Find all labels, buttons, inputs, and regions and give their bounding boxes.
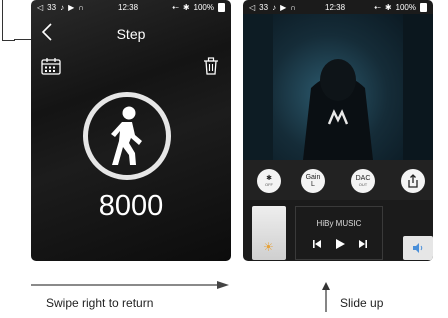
headphone-icon: ∩ [290, 2, 296, 12]
music-note-icon: ♪ [272, 2, 277, 12]
usb-icon: ⇠ [172, 2, 179, 12]
bluetooth-icon: ✱ [266, 175, 272, 182]
brightness-icon: ☀ [263, 240, 274, 254]
pointer-line [2, 0, 15, 41]
gain-value: L [311, 181, 315, 188]
control-center-screen: ◁ 33 ♪ ▶ ∩ 12:38 ⇠ ✱ 100% ✱ OFF Gain L D… [243, 0, 433, 261]
gain-toggle[interactable]: Gain L [301, 169, 325, 193]
player-title: HiBy MUSIC [316, 219, 362, 228]
usb-icon: ⇠ [374, 2, 381, 12]
mini-player: HiBy MUSIC [295, 206, 383, 260]
share-icon [408, 174, 418, 188]
play-status-icon: ▶ [280, 2, 287, 12]
brightness-slider[interactable]: ☀ [252, 206, 286, 260]
bluetooth-icon: ✱ [182, 2, 190, 12]
step-count: 8000 [98, 190, 164, 222]
battery-percent: 100% [193, 2, 214, 12]
clock: 12:38 [118, 2, 139, 12]
battery-percent: 100% [395, 2, 416, 12]
volume-icon: ◁ [249, 2, 256, 12]
play-icon[interactable] [335, 239, 345, 249]
swipe-right-arrow [31, 281, 229, 289]
dac-label: DAC [355, 175, 371, 182]
status-bar: ◁ 33 ♪ ▶ ∩ 12:38 ⇠ ✱ 100% [31, 0, 231, 14]
album-art [243, 14, 433, 160]
music-note-icon: ♪ [60, 2, 65, 12]
volume-icon: ◁ [37, 2, 44, 12]
walking-person-icon [111, 106, 142, 165]
gain-label: Gain [305, 174, 321, 181]
next-track-icon[interactable] [358, 239, 368, 249]
play-status-icon: ▶ [68, 2, 75, 12]
status-bar: ◁ 33 ♪ ▶ ∩ 12:38 ⇠ ✱ 100% [243, 0, 433, 14]
pedometer-ring [83, 92, 171, 180]
swipe-caption: Swipe right to return [46, 296, 154, 310]
dac-value: OUT [358, 182, 368, 187]
slide-up-arrow [322, 282, 330, 312]
quick-toggle-row: ✱ OFF Gain L DAC OUT [243, 160, 433, 200]
share-button[interactable] [401, 169, 425, 193]
volume-level: 33 [47, 2, 57, 12]
page-title: Step [116, 26, 146, 42]
bluetooth-toggle[interactable]: ✱ OFF [257, 169, 281, 193]
battery-icon [218, 2, 225, 12]
previous-track-icon[interactable] [312, 239, 322, 249]
bluetooth-state: OFF [265, 182, 273, 187]
calendar-icon[interactable] [41, 57, 61, 75]
clock: 12:38 [325, 2, 346, 12]
headphone-icon: ∩ [78, 2, 84, 12]
bluetooth-icon: ✱ [384, 2, 392, 12]
volume-slider[interactable] [403, 236, 433, 260]
dac-toggle[interactable]: DAC OUT [351, 169, 375, 193]
trash-icon[interactable] [203, 57, 219, 75]
volume-level: 33 [259, 2, 269, 12]
step-screen: ◁ 33 ♪ ▶ ∩ 12:38 ⇠ ✱ 100% Step 8000 [31, 0, 231, 261]
speaker-icon [413, 243, 423, 253]
slide-caption: Slide up [340, 296, 384, 310]
battery-icon [420, 2, 427, 12]
